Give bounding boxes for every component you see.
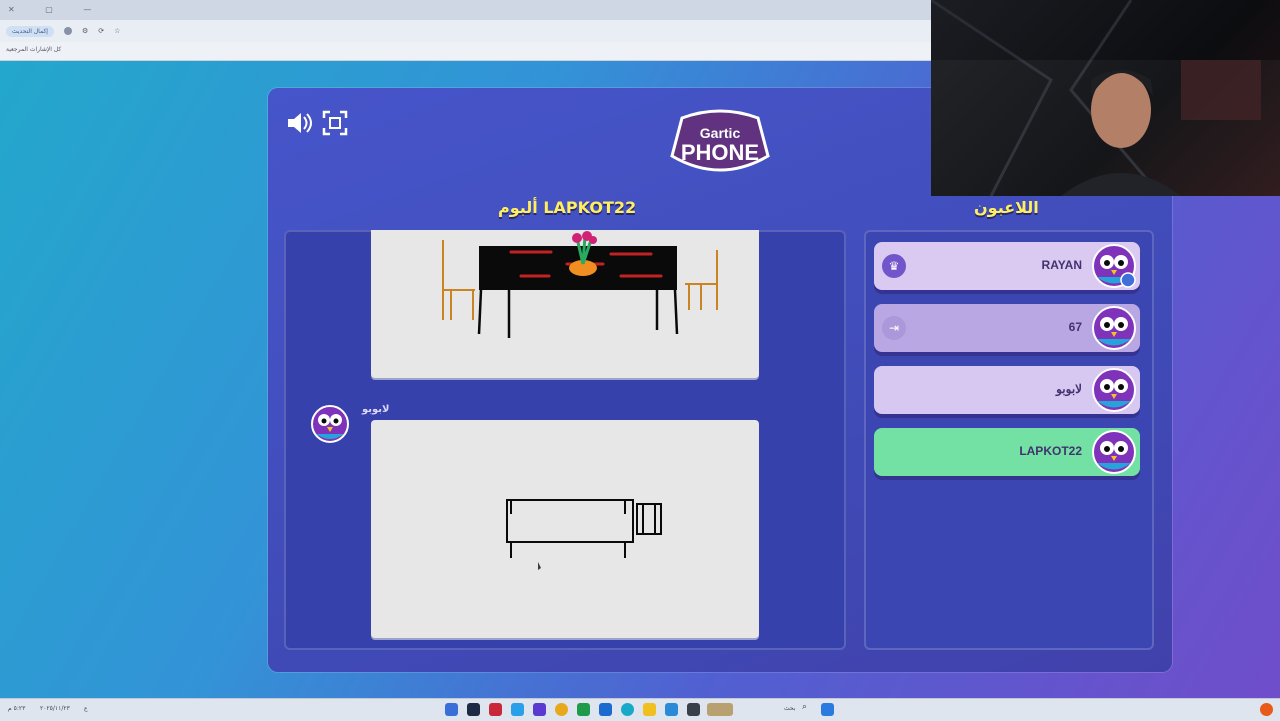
fullscreen-icon[interactable] [322, 110, 348, 143]
widget-icon[interactable] [707, 703, 733, 716]
taskbar-clock-time[interactable]: ٥:٢٣ م [8, 705, 25, 712]
refresh-icon[interactable]: ⟳ [98, 27, 104, 35]
gartic-phone-logo: Gartic PHONE [660, 108, 780, 180]
logo-bottom-text: PHONE [681, 140, 759, 165]
app-icon[interactable] [445, 703, 458, 716]
player-row-4: LAPKOT22 [874, 428, 1140, 476]
drawing-canvas-1 [371, 230, 759, 378]
player-name: LAPKOT22 [1019, 444, 1082, 458]
volume-icon[interactable] [284, 108, 314, 145]
profile-icon[interactable] [63, 27, 72, 35]
file-explorer-icon[interactable] [643, 703, 656, 716]
webcam-overlay [931, 0, 1280, 196]
taskbar-clock-date[interactable]: ٢٠٢٥/١١/٢٣ [40, 705, 70, 712]
store-icon[interactable] [665, 703, 678, 716]
edge-icon[interactable] [621, 703, 634, 716]
player-avatar [1090, 242, 1138, 294]
window-controls[interactable]: ✕ ▢ — [8, 5, 105, 14]
player-avatar [1090, 304, 1138, 356]
extensions-icon[interactable]: ⚙ [82, 27, 88, 35]
taskbar-search-label[interactable]: بحث [784, 705, 795, 712]
player-name: لابوبو [1056, 382, 1082, 396]
logo-top-text: Gartic [700, 125, 741, 141]
app-icon[interactable] [687, 703, 700, 716]
album-title: ألبوم LAPKOT22 [498, 198, 637, 217]
chrome-icon[interactable] [555, 703, 568, 716]
taskbar-language[interactable]: ع [84, 705, 88, 712]
star-icon[interactable]: ☆ [114, 27, 120, 35]
player-row-3: لابوبو [874, 366, 1140, 414]
player-name: 67 [1068, 320, 1082, 334]
player-avatar [1090, 366, 1138, 418]
update-button[interactable]: إكمال التحديث [6, 25, 54, 37]
telegram-icon[interactable] [511, 703, 524, 716]
crown-icon: ♛ [882, 254, 906, 278]
player-avatar [1090, 428, 1138, 480]
drawing-canvas-2 [371, 420, 759, 638]
players-title: اللاعبون [974, 198, 1039, 217]
app-icon[interactable] [533, 703, 546, 716]
all-bookmarks-link[interactable]: كل الإشارات المرجعية [6, 46, 61, 53]
taskbar: ٥:٢٣ م ٢٠٢٥/١١/٢٣ ع بحث ⌕ [0, 698, 1280, 721]
cursor-icon [538, 562, 541, 570]
author-avatar [310, 404, 350, 448]
drawing-author-name: لابوبو [362, 404, 390, 415]
player-row-1: ♛ RAYAN [874, 242, 1140, 290]
outlook-icon[interactable] [599, 703, 612, 716]
app-icon[interactable] [489, 703, 502, 716]
steam-icon[interactable] [467, 703, 480, 716]
exit-icon[interactable]: ⇥ [882, 316, 906, 340]
start-icon[interactable] [821, 703, 834, 716]
notification-icon[interactable] [1260, 703, 1273, 716]
excel-icon[interactable] [577, 703, 590, 716]
player-row-2: ⇥ 67 [874, 304, 1140, 352]
search-icon[interactable]: ⌕ [802, 702, 807, 712]
player-name: RAYAN [1041, 258, 1082, 272]
